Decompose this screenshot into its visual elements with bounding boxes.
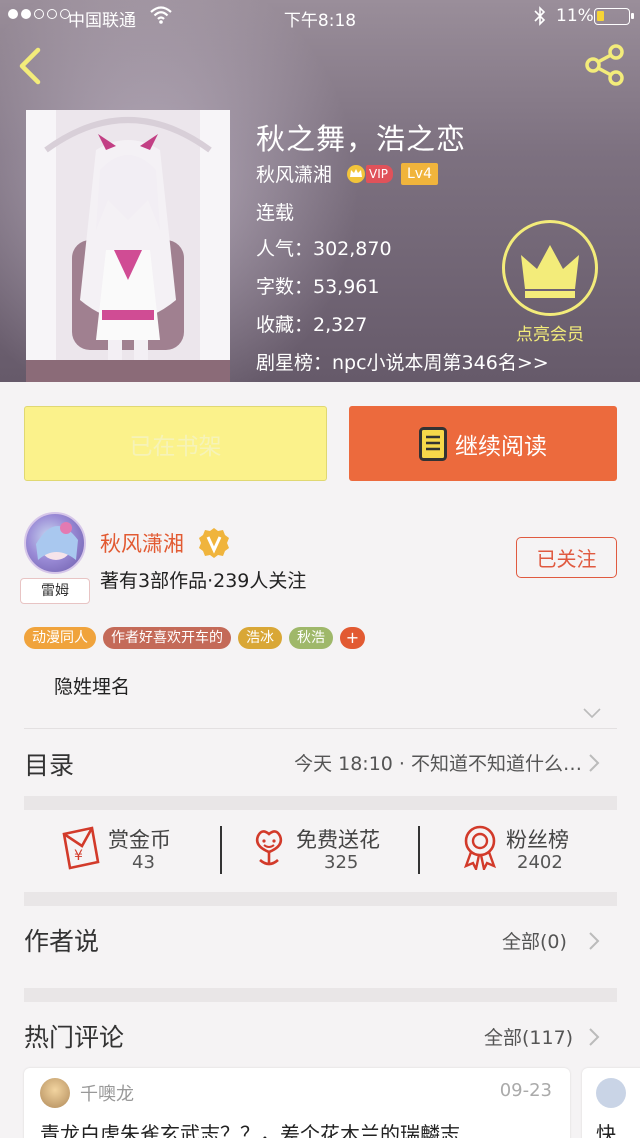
back-icon[interactable] [10, 44, 50, 88]
svg-text:¥: ¥ [74, 848, 83, 864]
commenter-name[interactable]: 千噢龙 [80, 1080, 134, 1106]
author-name[interactable]: 秋风潇湘 [100, 528, 184, 558]
cover-illustration [26, 110, 230, 382]
comment-text: 青龙白虎朱雀玄武志？？，差个花木兰的瑞麟志 [40, 1122, 460, 1138]
on-bookshelf-button[interactable]: 已在书架 [24, 406, 327, 481]
book-word-count: 字数：53,961 [256, 276, 380, 298]
commenter-avatar[interactable] [40, 1078, 70, 1108]
continue-reading-label: 继续阅读 [455, 433, 547, 460]
hot-comments-title: 热门评论 [24, 1023, 125, 1052]
book-intro: 隐姓埋名 [54, 676, 131, 698]
crown-icon [521, 245, 579, 298]
book-header: 中国联通 下午8:18 11% 秋之舞，浩之恋 秋风潇湘 VIP Lv4 连载 … [0, 0, 640, 382]
verified-badge-icon [199, 528, 229, 558]
book-cover-image[interactable] [26, 110, 230, 382]
book-popularity: 人气：302,870 [256, 238, 392, 260]
followed-button[interactable]: 已关注 [516, 537, 617, 578]
avatar-pendant-tag: 雷姆 [20, 578, 90, 604]
book-author-row: 秋风潇湘 VIP Lv4 [256, 160, 438, 187]
book-favorites: 收藏：2,327 [256, 314, 368, 336]
latest-chapter: 今天 18:10 · 不知道不知道什么… [294, 753, 582, 775]
vip-badge: VIP [346, 164, 393, 184]
stat-divider [418, 826, 420, 874]
award-ribbon-icon [463, 825, 497, 870]
member-label: 点亮会员 [516, 325, 584, 345]
envelope-yen-icon: ¥ [62, 826, 100, 870]
vip-label: VIP [366, 164, 393, 183]
bluetooth-icon [534, 6, 546, 26]
status-bar: 中国联通 下午8:18 11% [0, 0, 640, 34]
stat-value: 2402 [517, 852, 563, 873]
chevron-right-icon [589, 932, 600, 950]
table-of-contents-row[interactable]: 目录 今天 18:10 · 不知道不知道什么… [0, 730, 640, 794]
commenter-avatar[interactable] [596, 1078, 626, 1108]
toc-title: 目录 [24, 751, 75, 780]
chevron-right-icon [589, 754, 600, 772]
stat-label: 免费送花 [296, 828, 380, 852]
section-separator [24, 892, 617, 906]
stat-label: 粉丝榜 [506, 828, 569, 852]
author-says-title: 作者说 [24, 927, 100, 956]
tag-list: 动漫同人 作者好喜欢开车的 浩冰 秋浩 + [24, 627, 365, 649]
add-tag-button[interactable]: + [340, 627, 365, 649]
member-badge-ring [502, 220, 598, 316]
level-badge: Lv4 [401, 162, 438, 185]
chevron-right-icon [589, 1028, 600, 1046]
tag[interactable]: 浩冰 [238, 627, 282, 649]
stat-divider [220, 826, 222, 874]
fan-ranking-button[interactable]: 粉丝榜 2402 [460, 810, 610, 890]
activate-membership-button[interactable]: 点亮会员 [500, 220, 600, 345]
flower-icon [255, 830, 283, 866]
divider [24, 728, 617, 729]
section-separator [24, 796, 617, 810]
author-meta: 著有3部作品·239人关注 [100, 570, 307, 592]
stat-value: 325 [324, 852, 359, 873]
battery-percent: 11% [556, 6, 594, 26]
book-ranking-link[interactable]: 剧星榜：npc小说本周第346名>> [256, 348, 549, 375]
avatar-illustration [36, 522, 78, 560]
tag[interactable]: 作者好喜欢开车的 [103, 627, 231, 649]
stat-value: 43 [132, 852, 155, 873]
comment-date: 09-23 [499, 1080, 552, 1101]
free-flowers-button[interactable]: 免费送花 325 [250, 810, 410, 890]
author-says-all-link[interactable]: 全部(0) [502, 927, 567, 954]
book-status: 连载 [256, 202, 295, 224]
book-title: 秋之舞，浩之恋 [256, 122, 467, 156]
continue-reading-button[interactable]: 继续阅读 [349, 406, 617, 481]
section-separator [24, 988, 617, 1002]
comment-card[interactable]: 快 [582, 1068, 640, 1138]
tag[interactable]: 动漫同人 [24, 627, 96, 649]
battery-icon [594, 8, 634, 25]
share-icon[interactable] [582, 42, 628, 88]
comment-text: 快 [596, 1122, 616, 1138]
stat-label: 赏金币 [108, 828, 171, 852]
book-author-name[interactable]: 秋风潇湘 [256, 160, 332, 187]
comment-card[interactable]: 千噢龙 09-23 青龙白虎朱雀玄武志？？，差个花木兰的瑞麟志 [24, 1068, 570, 1138]
reward-coins-button[interactable]: ¥ 赏金币 43 [60, 810, 210, 890]
chevron-down-icon[interactable] [582, 706, 602, 720]
tag[interactable]: 秋浩 [289, 627, 333, 649]
book-icon [419, 426, 447, 461]
stats-row: ¥ 赏金币 43 免费送花 325 粉丝榜 2402 [0, 810, 640, 890]
hot-comments-all-link[interactable]: 全部(117) [484, 1023, 573, 1050]
author-avatar[interactable] [24, 512, 86, 574]
